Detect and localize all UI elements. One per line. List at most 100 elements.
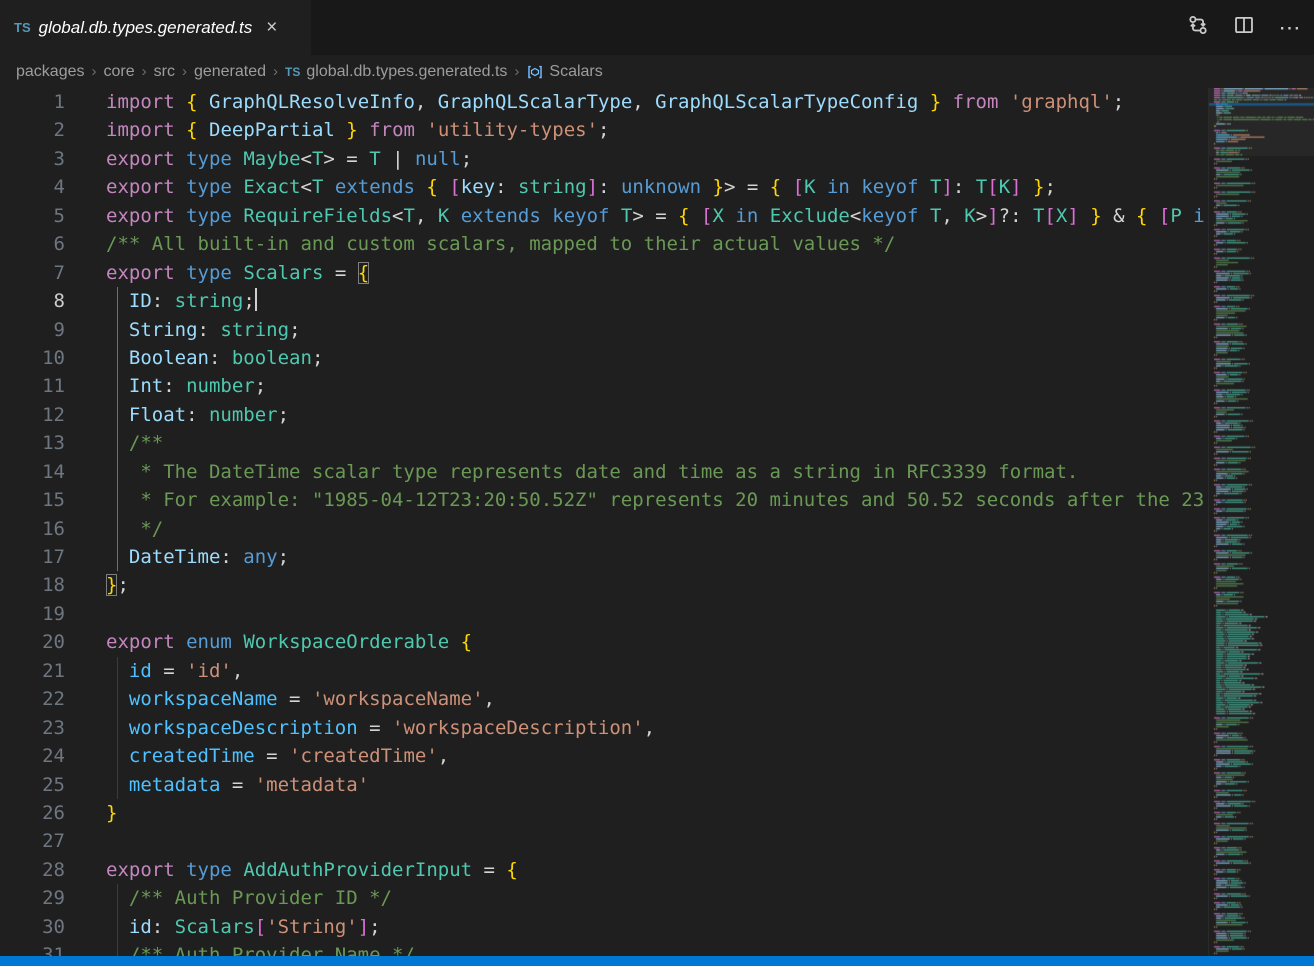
line-number: 30	[0, 913, 65, 941]
tab-title: global.db.types.generated.ts	[39, 18, 253, 38]
code-text: * The DateTime scalar type represents da…	[65, 458, 1078, 486]
line-number: 15	[0, 486, 65, 514]
code-line[interactable]: 4export type Exact<T extends { [key: str…	[0, 173, 1208, 201]
code-line[interactable]: 15 * For example: "1985-04-12T23:20:50.5…	[0, 486, 1208, 514]
code-editor[interactable]: 1import { GraphQLResolveInfo, GraphQLSca…	[0, 88, 1208, 966]
breadcrumb-symbol-label: Scalars	[549, 63, 602, 81]
code-line[interactable]: 8 ID: string;	[0, 287, 1208, 315]
line-number: 21	[0, 657, 65, 685]
code-line[interactable]: 6/** All built-in and custom scalars, ma…	[0, 230, 1208, 258]
split-editor-icon	[1233, 14, 1255, 41]
typescript-file-icon: TS	[14, 20, 31, 35]
code-line[interactable]: 26}	[0, 799, 1208, 827]
close-tab-icon[interactable]: ×	[266, 18, 277, 37]
line-number: 4	[0, 173, 65, 201]
code-text: /** All built-in and custom scalars, map…	[65, 230, 895, 258]
breadcrumb-generated[interactable]: generated	[194, 63, 266, 81]
code-line[interactable]: 22 workspaceName = 'workspaceName',	[0, 685, 1208, 713]
code-line[interactable]: 27	[0, 827, 1208, 855]
code-line[interactable]: 21 id = 'id',	[0, 657, 1208, 685]
code-line[interactable]: 7export type Scalars = {	[0, 259, 1208, 287]
code-text	[65, 827, 106, 855]
code-text: }	[65, 799, 117, 827]
code-line[interactable]: 28export type AddAuthProviderInput = {	[0, 856, 1208, 884]
code-line[interactable]: 23 workspaceDescription = 'workspaceDesc…	[0, 714, 1208, 742]
line-number: 26	[0, 799, 65, 827]
code-line[interactable]: 1import { GraphQLResolveInfo, GraphQLSca…	[0, 88, 1208, 116]
line-number: 18	[0, 571, 65, 599]
code-text: Int: number;	[65, 372, 266, 400]
line-number: 13	[0, 429, 65, 457]
code-text: id: Scalars['String'];	[65, 913, 381, 941]
breadcrumb-packages[interactable]: packages	[16, 63, 85, 81]
line-number: 17	[0, 543, 65, 571]
code-text: */	[65, 515, 163, 543]
code-line[interactable]: 2import { DeepPartial } from 'utility-ty…	[0, 116, 1208, 144]
code-text: metadata = 'metadata'	[65, 771, 369, 799]
code-line[interactable]: 20export enum WorkspaceOrderable {	[0, 628, 1208, 656]
code-text: export type AddAuthProviderInput = {	[65, 856, 518, 884]
code-line[interactable]: 3export type Maybe<T> = T | null;	[0, 145, 1208, 173]
code-line[interactable]: 13 /**	[0, 429, 1208, 457]
symbol-type-icon	[526, 63, 544, 81]
minimap[interactable]	[1208, 88, 1314, 966]
code-text: String: string;	[65, 316, 301, 344]
code-line[interactable]: 25 metadata = 'metadata'	[0, 771, 1208, 799]
code-text: export type RequireFields<T, K extends k…	[65, 202, 1205, 230]
more-actions-button[interactable]: ⋯	[1274, 12, 1306, 44]
line-number: 28	[0, 856, 65, 884]
status-bar[interactable]	[0, 956, 1314, 966]
line-number: 20	[0, 628, 65, 656]
chevron-right-icon: ›	[182, 63, 187, 80]
code-text: export type Maybe<T> = T | null;	[65, 145, 472, 173]
code-text: createdTime = 'createdTime',	[65, 742, 449, 770]
code-text	[65, 600, 106, 628]
code-line[interactable]: 30 id: Scalars['String'];	[0, 913, 1208, 941]
breadcrumb: packages › core › src › generated › TS g…	[0, 55, 1205, 88]
code-text: export type Exact<T extends { [key: stri…	[65, 173, 1056, 201]
line-number: 8	[0, 287, 65, 315]
line-number: 27	[0, 827, 65, 855]
chevron-right-icon: ›	[92, 63, 97, 80]
line-number: 16	[0, 515, 65, 543]
line-number: 12	[0, 401, 65, 429]
line-number: 10	[0, 344, 65, 372]
line-number: 7	[0, 259, 65, 287]
line-number: 9	[0, 316, 65, 344]
tab-global-db-types-generated[interactable]: TS global.db.types.generated.ts ×	[0, 0, 311, 55]
code-line[interactable]: 10 Boolean: boolean;	[0, 344, 1208, 372]
split-editor-button[interactable]	[1228, 12, 1260, 44]
chevron-right-icon: ›	[273, 63, 278, 80]
breadcrumb-symbol-scalars[interactable]: Scalars	[526, 63, 602, 81]
code-line[interactable]: 16 */	[0, 515, 1208, 543]
open-changes-button[interactable]	[1182, 12, 1214, 44]
code-line[interactable]: 19	[0, 600, 1208, 628]
code-line[interactable]: 9 String: string;	[0, 316, 1208, 344]
code-text: DateTime: any;	[65, 543, 289, 571]
code-line[interactable]: 18};	[0, 571, 1208, 599]
code-line[interactable]: 11 Int: number;	[0, 372, 1208, 400]
code-text: export enum WorkspaceOrderable {	[65, 628, 472, 656]
line-number: 23	[0, 714, 65, 742]
line-number: 3	[0, 145, 65, 173]
code-text: import { DeepPartial } from 'utility-typ…	[65, 116, 609, 144]
code-line[interactable]: 24 createdTime = 'createdTime',	[0, 742, 1208, 770]
code-text: ID: string;	[65, 287, 257, 315]
editor-actions: ⋯	[1182, 0, 1306, 55]
code-line[interactable]: 14 * The DateTime scalar type represents…	[0, 458, 1208, 486]
breadcrumb-src[interactable]: src	[154, 63, 175, 81]
code-line[interactable]: 29 /** Auth Provider ID */	[0, 884, 1208, 912]
code-text: workspaceName = 'workspaceName',	[65, 685, 495, 713]
code-text: workspaceDescription = 'workspaceDescrip…	[65, 714, 655, 742]
breadcrumb-file[interactable]: TS global.db.types.generated.ts	[285, 63, 507, 81]
code-line[interactable]: 12 Float: number;	[0, 401, 1208, 429]
code-text: /** Auth Provider ID */	[65, 884, 392, 912]
breadcrumb-core[interactable]: core	[104, 63, 135, 81]
code-text: export type Scalars = {	[65, 259, 369, 287]
git-compare-icon	[1187, 14, 1209, 41]
code-line[interactable]: 5export type RequireFields<T, K extends …	[0, 202, 1208, 230]
line-number: 6	[0, 230, 65, 258]
code-line[interactable]: 17 DateTime: any;	[0, 543, 1208, 571]
ts-file-icon: TS	[285, 65, 300, 79]
line-number: 25	[0, 771, 65, 799]
